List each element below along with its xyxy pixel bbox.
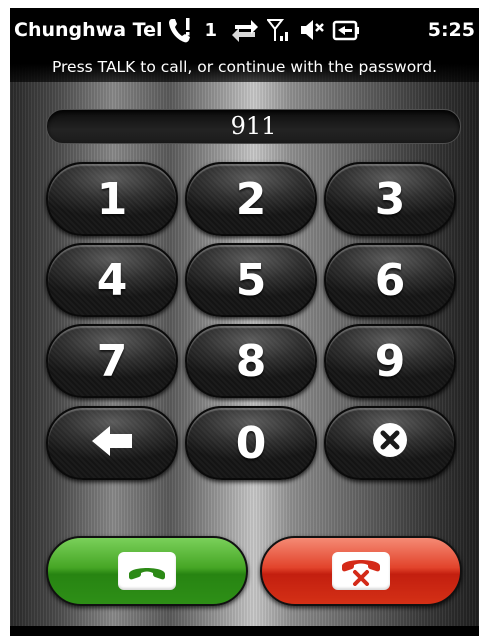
- clear-button[interactable]: [324, 406, 456, 480]
- bottom-bar: [10, 626, 479, 636]
- notification-count: 1: [204, 19, 218, 41]
- phone-handset-icon: [118, 552, 176, 590]
- battery-charging-icon[interactable]: [331, 15, 360, 45]
- key-4[interactable]: 4: [46, 243, 178, 317]
- clock-time[interactable]: 5:25: [428, 19, 479, 41]
- key-9[interactable]: 9: [324, 324, 456, 398]
- phone-screen: Chunghwa Tel 1 5:25 Press TALK to call, …: [10, 8, 479, 636]
- key-5[interactable]: 5: [185, 243, 317, 317]
- clear-x-icon: [372, 418, 408, 469]
- data-transfer-icon: [231, 15, 259, 45]
- carrier-name: Chunghwa Tel: [14, 19, 163, 41]
- missed-call-icon[interactable]: [168, 15, 194, 45]
- speaker-muted-icon[interactable]: [299, 15, 325, 45]
- dialed-number-display: 911: [46, 109, 461, 144]
- key-6[interactable]: 6: [324, 243, 456, 317]
- key-7[interactable]: 7: [46, 324, 178, 398]
- key-1[interactable]: 1: [46, 162, 178, 236]
- backspace-arrow-icon: [90, 418, 134, 469]
- key-0[interactable]: 0: [185, 406, 317, 480]
- key-8[interactable]: 8: [185, 324, 317, 398]
- key-3[interactable]: 3: [324, 162, 456, 236]
- talk-button[interactable]: [46, 536, 248, 606]
- instruction-text: Press TALK to call, or continue with the…: [10, 52, 479, 82]
- hang-up-icon: [332, 552, 390, 590]
- status-bar: Chunghwa Tel 1 5:25: [10, 8, 479, 52]
- end-call-button[interactable]: [260, 536, 462, 606]
- key-2[interactable]: 2: [185, 162, 317, 236]
- backspace-button[interactable]: [46, 406, 178, 480]
- signal-icon: [267, 15, 291, 45]
